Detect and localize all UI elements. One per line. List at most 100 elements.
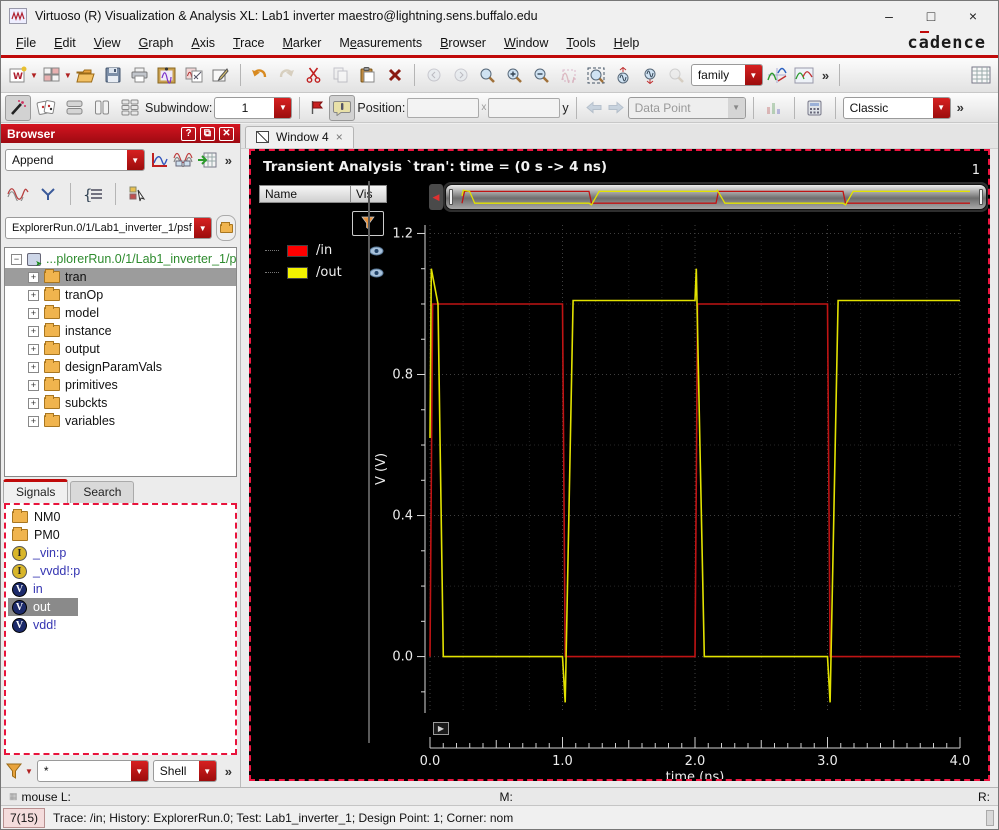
prev-point-button[interactable] xyxy=(584,95,604,121)
filter-dropdown[interactable]: ▼ xyxy=(25,767,33,776)
subwindow-combo-arrow[interactable]: ▼ xyxy=(274,97,292,118)
signal-PM0[interactable]: PM0 xyxy=(8,526,233,544)
close-button[interactable]: × xyxy=(956,4,990,28)
copy-button[interactable] xyxy=(328,62,354,88)
plot-all-button[interactable] xyxy=(173,147,193,173)
menu-file[interactable]: File xyxy=(7,33,45,53)
expression-list-button[interactable]: { xyxy=(80,181,106,207)
toolbar2-overflow-chevron[interactable]: » xyxy=(953,100,968,115)
overview-track[interactable] xyxy=(443,182,988,212)
undo-button[interactable] xyxy=(247,62,273,88)
datapoint-combo-arrow[interactable]: ▼ xyxy=(727,97,745,118)
thumb-grip-left[interactable] xyxy=(449,189,453,205)
redo-button[interactable] xyxy=(274,62,300,88)
tree-root[interactable]: − ...plorerRun.0/1/Lab1_inverter_1/psf xyxy=(5,250,236,268)
print-button[interactable] xyxy=(127,62,153,88)
edit-graph-button[interactable] xyxy=(208,62,234,88)
plot-button[interactable] xyxy=(149,147,169,173)
calculator-button[interactable] xyxy=(802,95,828,121)
zoom-box-button[interactable] xyxy=(475,62,501,88)
legend-name-header[interactable]: Name xyxy=(259,185,351,203)
menu-axis[interactable]: Axis xyxy=(182,33,224,53)
new-graph-dropdown[interactable]: ▼ xyxy=(30,71,38,80)
style-combo[interactable]: Classic ▼ xyxy=(842,96,951,119)
append-combo-arrow[interactable]: ▼ xyxy=(126,150,144,170)
window-layout-button[interactable] xyxy=(39,62,65,88)
family-combo[interactable]: family ▼ xyxy=(690,64,763,86)
shell-combo[interactable]: Shell ▼ xyxy=(152,760,217,782)
tab-close-icon[interactable]: × xyxy=(336,130,343,144)
tree-item-variables[interactable]: + variables xyxy=(5,412,236,430)
expand-icon[interactable]: + xyxy=(28,379,39,391)
zoom-prev-button[interactable] xyxy=(421,62,447,88)
menu-edit[interactable]: Edit xyxy=(45,33,85,53)
menu-graph[interactable]: Graph xyxy=(130,33,183,53)
panel-float-button[interactable]: ⧉ xyxy=(200,126,215,141)
tree-item-designParamVals[interactable]: + designParamVals xyxy=(5,358,236,376)
menu-tools[interactable]: Tools xyxy=(557,33,604,53)
tab-search[interactable]: Search xyxy=(70,481,135,503)
browser-overflow-chevron[interactable]: » xyxy=(221,153,236,168)
scroll-left-icon[interactable]: ◀ xyxy=(429,184,443,210)
overview-thumb[interactable] xyxy=(445,184,987,210)
strip-cols-button[interactable] xyxy=(89,95,115,121)
maximize-button[interactable]: □ xyxy=(914,4,948,28)
export-table-button[interactable] xyxy=(197,147,217,173)
zoom-in-button[interactable] xyxy=(502,62,528,88)
signal-vdd[interactable]: Vvdd! xyxy=(8,616,233,634)
trace-label[interactable]: /in xyxy=(316,243,332,258)
message-scrollbar[interactable] xyxy=(986,809,994,826)
play-button[interactable]: ▶ xyxy=(433,722,449,735)
trace-color-swatch[interactable] xyxy=(287,266,308,279)
expand-icon[interactable]: + xyxy=(28,343,39,355)
tree-item-subckts[interactable]: + subckts xyxy=(5,394,236,412)
position-y-field[interactable] xyxy=(488,97,561,118)
menu-marker[interactable]: Marker xyxy=(273,33,330,53)
zoom-fit-button[interactable] xyxy=(583,62,609,88)
menu-view[interactable]: View xyxy=(85,33,130,53)
waveform-plot[interactable]: 0.0 0.4 0.8 1.2 V (V) 0.0 1.0 2.0 3.0 4.0 time (ns… xyxy=(371,211,971,781)
trace-color-swatch[interactable] xyxy=(287,244,308,257)
paste-button[interactable] xyxy=(355,62,381,88)
tab-signals[interactable]: Signals xyxy=(3,479,69,503)
window-layout-dropdown[interactable]: ▼ xyxy=(64,71,72,80)
tree-item-instance[interactable]: + instance xyxy=(5,322,236,340)
table-view-button[interactable] xyxy=(968,62,994,88)
filter-overflow-chevron[interactable]: » xyxy=(221,764,236,779)
expand-icon[interactable]: + xyxy=(28,415,39,427)
message-count-badge[interactable]: 7(15) xyxy=(3,807,46,828)
panel-close-button[interactable]: ✕ xyxy=(219,126,234,141)
tree-item-model[interactable]: + model xyxy=(5,304,236,322)
label-tool-button[interactable] xyxy=(329,94,356,121)
filter-pattern-combo[interactable]: * ▼ xyxy=(36,760,149,782)
next-point-button[interactable] xyxy=(606,95,626,121)
results-dir-combo[interactable]: ExplorerRun.0/1/Lab1_inverter_1/psf ▼ xyxy=(5,217,212,239)
datapoint-combo[interactable]: Data Point ▼ xyxy=(627,96,746,119)
legend-splitter[interactable] xyxy=(368,181,370,743)
hierarchy-button[interactable] xyxy=(35,181,61,207)
zoom-x-button[interactable] xyxy=(610,62,636,88)
minimize-button[interactable]: – xyxy=(872,4,906,28)
histogram-button[interactable] xyxy=(761,95,787,121)
overlay-plots-button[interactable] xyxy=(764,62,790,88)
show-waves-button[interactable] xyxy=(5,181,31,207)
tree-item-primitives[interactable]: + primitives xyxy=(5,376,236,394)
zoom-waveform-button[interactable] xyxy=(556,62,582,88)
export-image-button[interactable] xyxy=(154,62,180,88)
browser-panel-header[interactable]: Browser ? ⧉ ✕ xyxy=(1,124,240,143)
trace-label[interactable]: /out xyxy=(316,265,342,280)
select-mode-button[interactable] xyxy=(125,181,151,207)
cards-button[interactable] xyxy=(33,95,59,121)
split-plots-button[interactable] xyxy=(791,62,817,88)
menu-browser[interactable]: Browser xyxy=(431,33,495,53)
expand-icon[interactable]: + xyxy=(28,361,39,373)
delete-button[interactable] xyxy=(382,62,408,88)
grid-layout-button[interactable] xyxy=(117,95,143,121)
position-x-field[interactable] xyxy=(407,97,480,118)
signal-vvdd-p[interactable]: I _vvdd!:p xyxy=(8,562,233,580)
funnel-icon[interactable] xyxy=(5,763,23,779)
shell-combo-arrow[interactable]: ▼ xyxy=(198,761,216,781)
menu-help[interactable]: Help xyxy=(605,33,649,53)
tree-item-tranOp[interactable]: + tranOp xyxy=(5,286,236,304)
menu-window[interactable]: Window xyxy=(495,33,557,53)
